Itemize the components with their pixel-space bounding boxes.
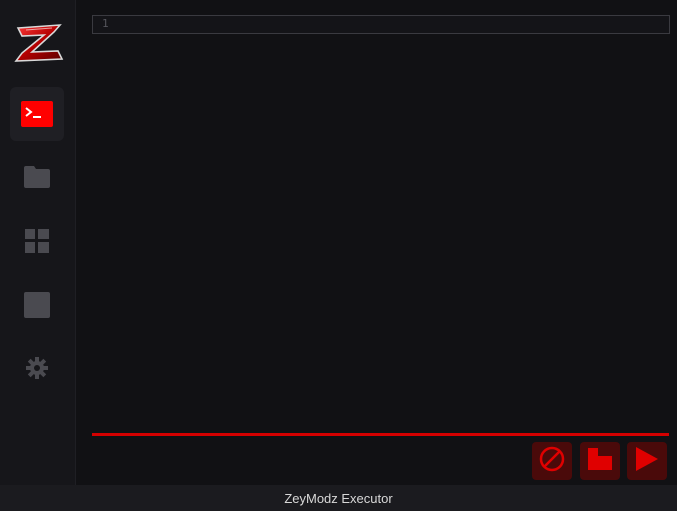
folder-icon [24, 166, 50, 188]
sidebar-item-settings[interactable] [10, 341, 64, 395]
sidebar [0, 0, 76, 485]
square-icon [24, 292, 50, 318]
gear-icon [26, 357, 48, 379]
grid-icon [25, 229, 49, 253]
clear-button[interactable] [532, 442, 572, 480]
sidebar-item-blank[interactable] [10, 278, 64, 332]
open-file-button[interactable] [580, 442, 620, 480]
main-panel: 1 [76, 0, 677, 485]
execute-button[interactable] [627, 442, 667, 480]
sidebar-item-files[interactable] [10, 150, 64, 204]
ban-icon [539, 446, 565, 476]
terminal-icon [21, 101, 53, 127]
status-bar: ZeyModz Executor [0, 485, 677, 511]
line-number: 1 [102, 17, 109, 30]
sidebar-item-executor[interactable] [10, 87, 64, 141]
app-logo [12, 22, 66, 64]
play-icon [636, 447, 658, 475]
code-editor[interactable]: 1 [92, 15, 670, 34]
sidebar-item-scripts[interactable] [10, 214, 64, 268]
accent-divider [92, 433, 669, 436]
status-title: ZeyModz Executor [284, 490, 393, 506]
folder-open-icon [588, 448, 612, 474]
